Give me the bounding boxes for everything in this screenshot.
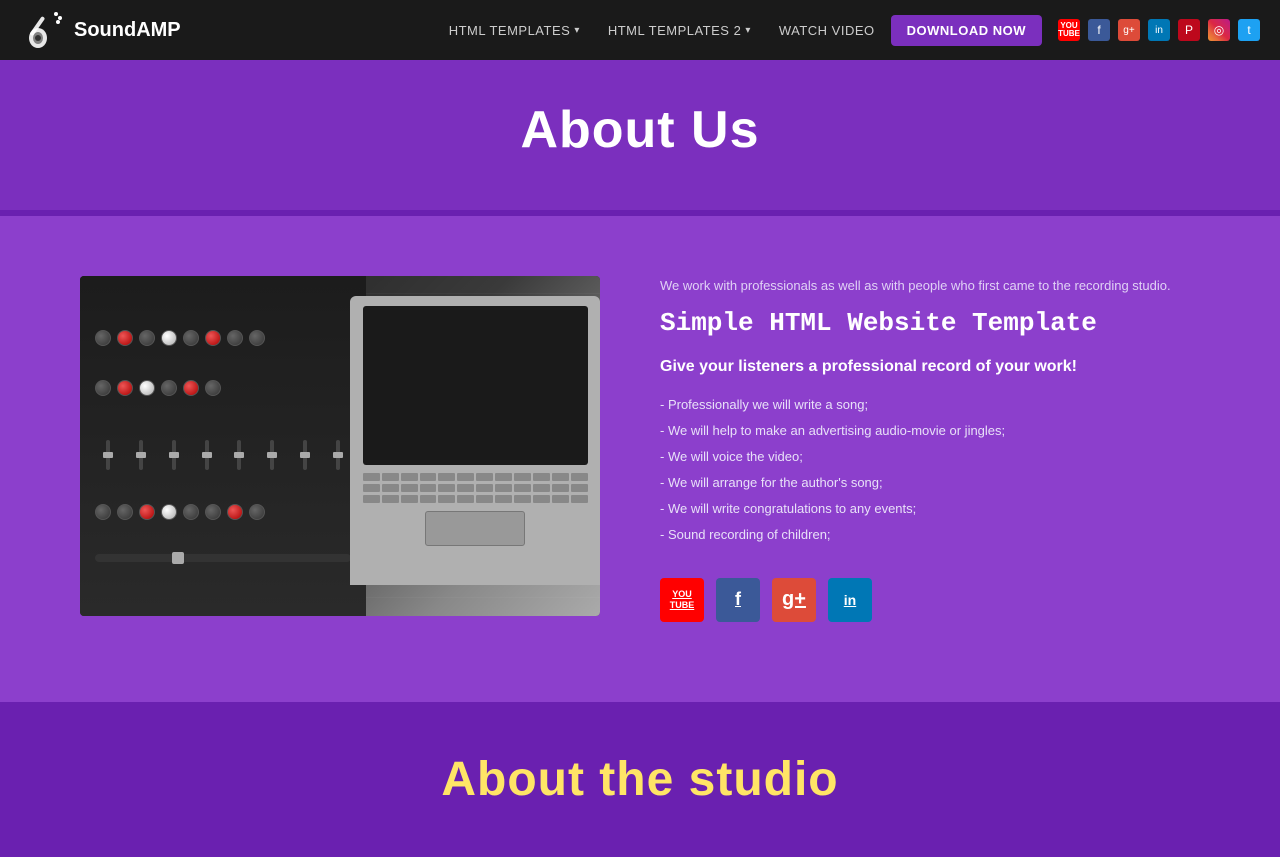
dropdown-arrow-icon: ▾: [574, 25, 580, 36]
content-subheading: Give your listeners a professional recor…: [660, 358, 1200, 376]
brand-name: SoundAMP: [74, 19, 181, 42]
googleplus-content-icon[interactable]: g+: [772, 578, 816, 622]
navbar: SoundAMP HTML TEMPLATES ▾ HTML TEMPLATES…: [0, 0, 1280, 60]
footer-section: About the studio: [0, 702, 1280, 857]
list-item: - Sound recording of children;: [660, 522, 1200, 548]
content-list: - Professionally we will write a song; -…: [660, 392, 1200, 548]
nav-links: HTML TEMPLATES ▾ HTML TEMPLATES 2 ▾ WATC…: [437, 15, 1042, 46]
twitter-nav-icon[interactable]: t: [1238, 19, 1260, 41]
studio-background: [80, 276, 600, 616]
facebook-content-icon[interactable]: f: [716, 578, 760, 622]
facebook-nav-icon[interactable]: f: [1088, 19, 1110, 41]
content-section: We work with professionals as well as wi…: [0, 216, 1280, 702]
brand-logo[interactable]: SoundAMP: [20, 8, 181, 52]
nav-item-html-templates-2[interactable]: HTML TEMPLATES 2 ▾: [596, 15, 763, 46]
hero-section: About Us: [0, 60, 1280, 210]
pinterest-nav-icon[interactable]: P: [1178, 19, 1200, 41]
content-heading: Simple HTML Website Template: [660, 308, 1200, 338]
footer-title: About the studio: [20, 752, 1260, 807]
nav-item-watch-video[interactable]: WATCH VIDEO: [767, 15, 887, 46]
list-item: - We will arrange for the author's song;: [660, 470, 1200, 496]
laptop-panel: [350, 296, 600, 585]
nav-item-download[interactable]: DOWNLOAD NOW: [891, 15, 1042, 46]
hero-title: About Us: [20, 100, 1260, 160]
youtube-content-icon[interactable]: YOUTUBE: [660, 578, 704, 622]
studio-image: [80, 276, 600, 616]
content-social-icons: YOUTUBE f g+ in: [660, 578, 1200, 622]
list-item: - We will voice the video;: [660, 444, 1200, 470]
content-text: We work with professionals as well as wi…: [660, 276, 1200, 622]
dropdown-arrow-icon-2: ▾: [745, 25, 751, 36]
nav-item-html-templates[interactable]: HTML TEMPLATES ▾: [437, 15, 592, 46]
nav-social-icons: YOUTUBE f g+ in P ◎ t: [1058, 19, 1260, 41]
mixer-panel: [80, 276, 366, 616]
list-item: - We will help to make an advertising au…: [660, 418, 1200, 444]
list-item: - We will write congratulations to any e…: [660, 496, 1200, 522]
youtube-nav-icon[interactable]: YOUTUBE: [1058, 19, 1080, 41]
list-item: - Professionally we will write a song;: [660, 392, 1200, 418]
linkedin-content-icon[interactable]: in: [828, 578, 872, 622]
instagram-nav-icon[interactable]: ◎: [1208, 19, 1230, 41]
content-subtitle: We work with professionals as well as wi…: [660, 276, 1200, 296]
guitar-icon: [20, 8, 64, 52]
googleplus-nav-icon[interactable]: g+: [1118, 19, 1140, 41]
linkedin-nav-icon[interactable]: in: [1148, 19, 1170, 41]
